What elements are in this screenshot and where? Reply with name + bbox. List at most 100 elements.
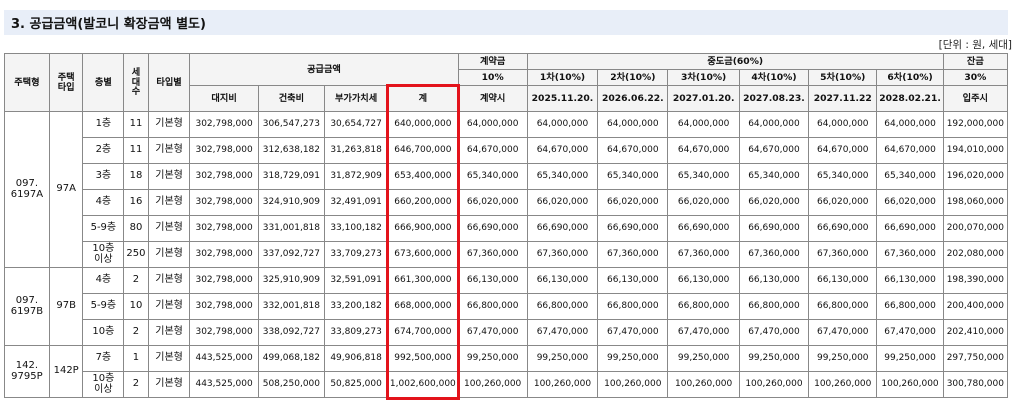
middle-payment-1-cell: 67,360,000: [526, 241, 599, 268]
households-cell: 80: [123, 215, 149, 242]
building-cost-cell: 306,547,273: [257, 111, 326, 138]
total-cell: 668,000,000: [387, 293, 459, 320]
middle-payment-3-cell: 64,000,000: [667, 111, 740, 138]
middle-payment-3-cell: 99,250,000: [667, 345, 740, 372]
households-cell: 2: [123, 319, 149, 346]
building-cost-cell: 324,910,909: [257, 189, 326, 216]
floor-cell: 4층: [82, 189, 125, 216]
middle-payment-6-cell: 99,250,000: [876, 345, 944, 372]
balance-cell: 200,070,000: [942, 215, 1009, 242]
households-cell: 11: [123, 111, 149, 138]
middle-payment-4-cell: 64,670,000: [738, 137, 810, 164]
floor-line: 이상: [94, 253, 113, 265]
balance-cell: 196,020,000: [942, 163, 1009, 190]
floor-cell: 2층: [82, 137, 125, 164]
housing-type-line: 142.: [15, 360, 39, 371]
housing-type-cell: 142. 9795P: [4, 345, 50, 398]
middle-payment-3-cell: 66,690,000: [667, 215, 740, 242]
middle-payment-5-cell: 64,670,000: [808, 137, 878, 164]
building-cost-cell: 312,638,182: [257, 137, 326, 164]
type-kind-cell: 기본형: [147, 215, 191, 242]
households-cell: 11: [123, 137, 149, 164]
middle-payment-1-cell: 67,470,000: [526, 319, 599, 346]
header-housing-tag-line2: 타입: [57, 81, 75, 93]
middle-payment-1-cell: 100,260,000: [526, 371, 599, 398]
floor-line: 7층: [95, 352, 112, 364]
header-households: 세 대 수: [123, 53, 149, 112]
middle-payment-4-cell: 66,800,000: [738, 293, 810, 320]
building-cost-cell: 508,250,000: [257, 371, 326, 398]
header-housing-tag: 주택 타입: [48, 53, 84, 112]
middle-payment-2-cell: 64,000,000: [597, 111, 669, 138]
housing-type-line: 6197A: [10, 188, 44, 200]
middle-payment-2-cell: 65,340,000: [597, 163, 669, 190]
households-cell: 10: [123, 293, 149, 320]
vat-cell: 32,491,091: [323, 189, 389, 216]
middle-payment-4-cell: 67,470,000: [738, 319, 810, 346]
middle-payment-3-cell: 67,470,000: [667, 319, 740, 346]
middle-payment-3-cell: 100,260,000: [667, 371, 740, 398]
table-row: 5-9층 10 기본형 302,798,000 332,001,818 33,200,18…: [5, 293, 1009, 320]
housing-tag-cell: 142P: [48, 345, 84, 398]
middle-payment-3-cell: 66,800,000: [667, 293, 740, 320]
balance-cell: 200,400,000: [942, 293, 1009, 320]
supply-price-table: 주택형 주택 타입 층별 세 대 수 타입별 공급금액 계약금 중도금(60%)…: [4, 53, 1009, 398]
floor-line: 이상: [94, 383, 113, 395]
land-cost-cell: 302,798,000: [189, 267, 259, 294]
balance-cell: 198,390,000: [942, 267, 1009, 294]
middle-payment-5-cell: 66,690,000: [808, 215, 878, 242]
housing-type-line: 6197B: [10, 305, 44, 317]
table-row: 10층 2 기본형 302,798,000 338,092,727 33,809,273 6…: [5, 319, 1009, 346]
balance-cell: 297,750,000: [942, 345, 1009, 372]
total-cell: 666,900,000: [387, 215, 459, 242]
floor-line: 4층: [95, 274, 112, 286]
header-middle-3-date: 2027.01.20.: [667, 85, 740, 112]
households-cell: 2: [123, 267, 149, 294]
middle-payment-2-cell: 99,250,000: [597, 345, 669, 372]
contract-cell: 67,360,000: [457, 241, 528, 268]
housing-type-line: 9795P: [11, 370, 43, 382]
households-cell: 16: [123, 189, 149, 216]
middle-payment-6-cell: 67,470,000: [876, 319, 944, 346]
floor-line: 4층: [95, 196, 112, 208]
middle-payment-1-cell: 99,250,000: [526, 345, 599, 372]
middle-payment-1-cell: 66,690,000: [526, 215, 599, 242]
middle-payment-1-cell: 64,670,000: [526, 137, 599, 164]
header-middle-1-date: 2025.11.20.: [526, 85, 599, 112]
middle-payment-2-cell: 100,260,000: [597, 371, 669, 398]
middle-payment-5-cell: 67,470,000: [808, 319, 878, 346]
table-row: 097. 6197B 97B 4층 2 기본형 302,798,000 325,910,909…: [4, 267, 1009, 346]
middle-payment-1-cell: 64,000,000: [526, 111, 599, 138]
floor-line: 2층: [95, 144, 112, 156]
middle-payment-6-cell: 65,340,000: [876, 163, 944, 190]
middle-payment-6-cell: 67,360,000: [876, 241, 944, 268]
middle-payment-5-cell: 65,340,000: [808, 163, 878, 190]
floor-cell: 4층: [82, 267, 125, 294]
header-row-1: 주택형 주택 타입 층별 세 대 수 타입별 공급금액 계약금 중도금(60%)…: [4, 53, 1009, 112]
total-cell: 653,400,000: [387, 163, 459, 190]
floor-cell: 10층 이상: [82, 371, 125, 398]
table-row: 4층 16 기본형 302,798,000 324,910,909 32,491,091 6…: [5, 189, 1009, 216]
middle-payment-3-cell: 65,340,000: [667, 163, 740, 190]
middle-payment-1-cell: 66,020,000: [526, 189, 599, 216]
floor-cell: 10층: [82, 319, 125, 346]
vat-cell: 50,825,000: [323, 371, 389, 398]
total-cell: 673,600,000: [387, 241, 459, 268]
header-housing-type: 주택형: [4, 53, 50, 112]
middle-payment-6-cell: 100,260,000: [876, 371, 944, 398]
header-middle-1-label: 1차(10%): [526, 69, 599, 86]
middle-payment-4-cell: 66,690,000: [738, 215, 810, 242]
middle-payment-6-cell: 66,130,000: [876, 267, 944, 294]
type-kind-cell: 기본형: [147, 319, 191, 346]
middle-payment-3-cell: 64,670,000: [667, 137, 740, 164]
total-cell: 992,500,000: [387, 345, 459, 372]
middle-payment-2-cell: 66,130,000: [597, 267, 669, 294]
type-kind-cell: 기본형: [147, 163, 191, 190]
header-balance-pct: 30%: [942, 69, 1009, 86]
middle-payment-2-cell: 67,360,000: [597, 241, 669, 268]
middle-payment-3-cell: 66,020,000: [667, 189, 740, 216]
table-header: 주택형 주택 타입 층별 세 대 수 타입별 공급금액 계약금 중도금(60%)…: [4, 53, 1009, 112]
contract-cell: 66,130,000: [457, 267, 528, 294]
header-contract-when: 계약시: [457, 85, 528, 112]
housing-tag-cell: 97B: [48, 267, 84, 346]
